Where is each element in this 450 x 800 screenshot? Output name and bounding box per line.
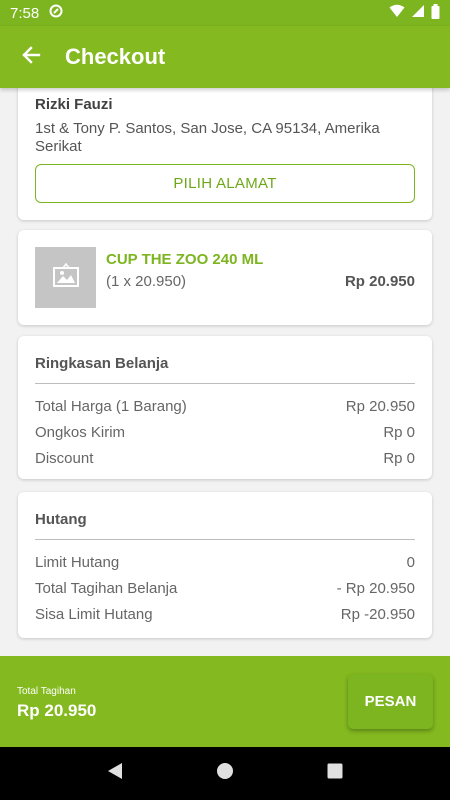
row-label: Sisa Limit Hutang	[35, 605, 153, 623]
checkout-content[interactable]: Rizki Fauzi 1st & Tony P. Santos, San Jo…	[0, 88, 450, 656]
product-name[interactable]: CUP THE ZOO 240 ML	[106, 251, 263, 268]
status-icons	[389, 3, 440, 23]
image-icon	[52, 262, 79, 292]
recipient-name: Rizki Fauzi	[35, 96, 113, 113]
system-nav-bar	[0, 747, 450, 800]
total-bill-label: Total Tagihan	[17, 686, 76, 697]
address-card: Rizki Fauzi 1st & Tony P. Santos, San Jo…	[18, 88, 432, 220]
row-label: Limit Hutang	[35, 553, 120, 571]
product-image-placeholder	[35, 247, 96, 308]
nav-back-button[interactable]	[100, 759, 130, 789]
summary-row-discount: Discount Rp 0	[35, 445, 415, 471]
summary-card: Ringkasan Belanja Total Harga (1 Barang)…	[18, 336, 432, 479]
debt-card: Hutang Limit Hutang 0 Total Tagihan Bela…	[18, 492, 432, 638]
circle-home-icon	[216, 762, 234, 785]
summary-row-total-price: Total Harga (1 Barang) Rp 20.950	[35, 393, 415, 419]
summary-title: Ringkasan Belanja	[35, 336, 415, 384]
row-label: Total Tagihan Belanja	[35, 579, 178, 597]
row-value: - Rp 20.950	[336, 579, 415, 597]
row-label: Total Harga (1 Barang)	[35, 397, 187, 415]
row-value: Rp -20.950	[340, 605, 415, 623]
row-value: Rp 0	[383, 449, 415, 467]
product-quantity: (1 x 20.950)	[106, 273, 187, 290]
page-title: Checkout	[65, 44, 166, 69]
battery-icon	[431, 3, 440, 23]
order-button[interactable]: PESAN	[348, 674, 433, 729]
arrow-back-icon	[21, 45, 41, 70]
product-card[interactable]: CUP THE ZOO 240 ML (1 x 20.950) Rp 20.95…	[18, 230, 432, 325]
wifi-icon	[389, 4, 405, 22]
square-recents-icon	[327, 763, 343, 784]
debt-title: Hutang	[35, 492, 415, 540]
address-text: 1st & Tony P. Santos, San Jose, CA 95134…	[35, 120, 380, 155]
back-button[interactable]	[0, 26, 62, 88]
product-price: Rp 20.950	[344, 273, 415, 290]
triangle-back-icon	[107, 762, 123, 785]
signal-icon	[411, 4, 425, 22]
status-bar: 7:58	[0, 0, 450, 26]
debt-row-limit: Limit Hutang 0	[35, 549, 415, 575]
nav-home-button[interactable]	[210, 759, 240, 789]
nav-recents-button[interactable]	[320, 759, 350, 789]
row-value: 0	[406, 553, 415, 571]
pick-address-button[interactable]: PILIH ALAMAT	[35, 164, 415, 203]
row-label: Discount	[35, 449, 94, 467]
debt-row-remaining-limit: Sisa Limit Hutang Rp -20.950	[35, 601, 415, 627]
row-label: Ongkos Kirim	[35, 423, 126, 441]
debt-row-total-bill: Total Tagihan Belanja - Rp 20.950	[35, 575, 415, 601]
total-bill-value: Rp 20.950	[17, 701, 97, 720]
row-value: Rp 20.950	[345, 397, 415, 415]
checkout-bottom-bar: Total Tagihan Rp 20.950 PESAN	[0, 656, 450, 747]
row-value: Rp 0	[383, 423, 415, 441]
status-time: 7:58	[10, 4, 40, 22]
summary-row-shipping: Ongkos Kirim Rp 0	[35, 419, 415, 445]
app-bar: Checkout	[0, 26, 450, 88]
sync-icon	[49, 4, 63, 22]
